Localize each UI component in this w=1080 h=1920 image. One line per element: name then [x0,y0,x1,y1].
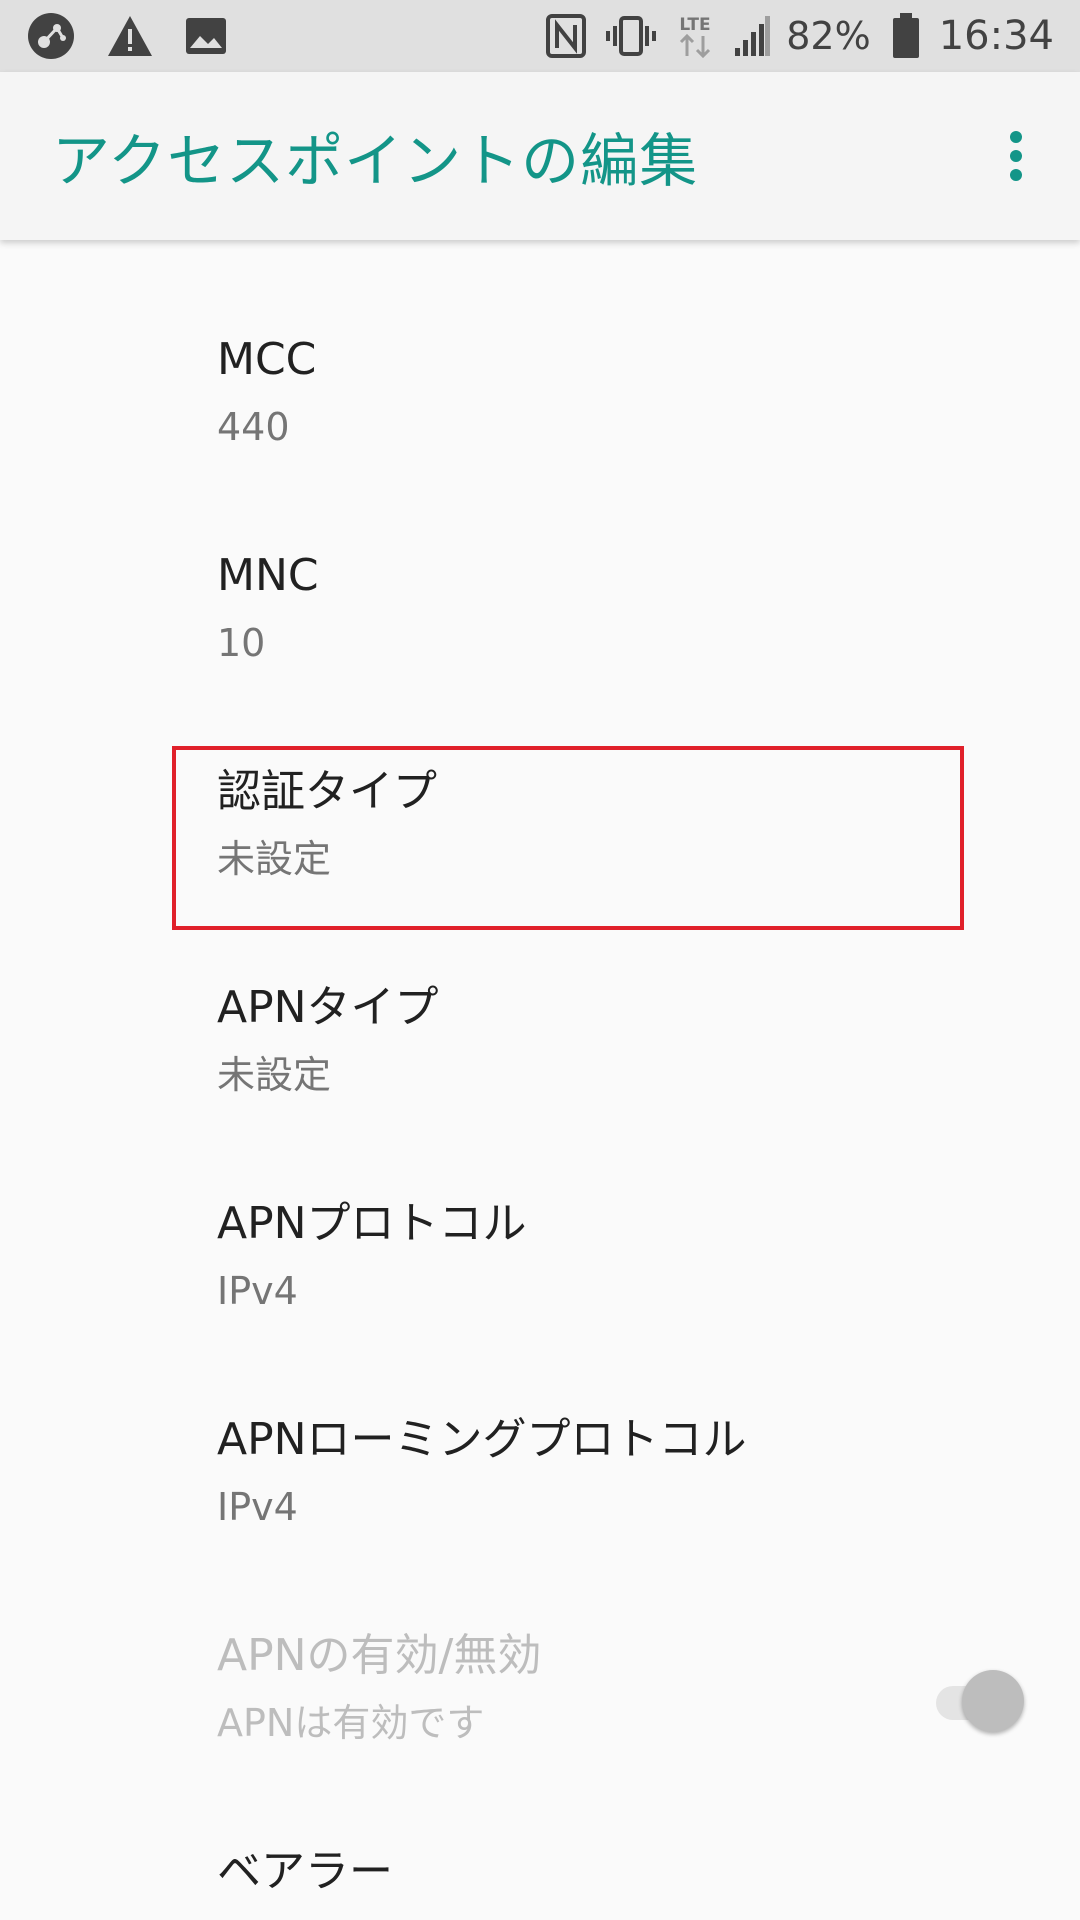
pref-title: APNの有効/無効 [217,1630,542,1681]
app-notification-icon [26,11,76,61]
more-vert-icon [1010,131,1022,181]
pref-mnc[interactable]: MNC 10 [0,456,1080,672]
pref-summary: IPv4 [217,1485,298,1529]
pref-mcc[interactable]: MCC 440 [0,240,1080,456]
pref-summary: 440 [217,405,290,449]
status-left-icons [26,11,258,61]
pref-title: APNプロトコル [217,1198,527,1249]
battery-icon [891,13,921,59]
pref-title: APNタイプ [217,982,439,1033]
svg-text:LTE: LTE [680,15,711,35]
pref-title: MNC [217,550,319,601]
screen: LTE 82% 16:34 アクセスポイントの編集 MCC 440 MNC 10… [0,0,1080,1920]
pref-summary: 10 [217,621,266,665]
pref-auth-type[interactable]: 認証タイプ 未設定 [0,672,1080,888]
warning-icon [106,14,154,58]
app-toolbar: アクセスポイントの編集 [0,72,1080,240]
pref-summary: APNは有効です [217,1701,485,1745]
pref-apn-type[interactable]: APNタイプ 未設定 [0,888,1080,1104]
pref-bearer[interactable]: ベアラー [0,1752,1080,1920]
battery-percent: 82% [786,14,871,58]
page-title: アクセスポイントの編集 [52,127,699,195]
lte-icon: LTE [676,12,714,60]
pref-apn-enable: APNの有効/無効 APNは有効です [0,1536,1080,1752]
nfc-icon [546,14,587,58]
pref-summary: 未設定 [217,837,332,881]
status-clock: 16:34 [938,13,1054,59]
vibrate-icon [606,14,657,58]
pref-summary: 未設定 [217,1053,332,1097]
pref-apn-roaming-protocol[interactable]: APNローミングプロトコル IPv4 [0,1320,1080,1536]
status-right-icons: LTE 82% 16:34 [526,12,1054,60]
switch-thumb [962,1670,1024,1732]
image-icon [184,16,228,56]
pref-apn-protocol[interactable]: APNプロトコル IPv4 [0,1104,1080,1320]
preference-list: MCC 440 MNC 10 認証タイプ 未設定 APNタイプ 未設定 APNプ… [0,240,1080,1920]
pref-title: 認証タイプ [217,766,437,817]
pref-summary: IPv4 [217,1269,298,1313]
overflow-menu-button[interactable] [986,116,1046,196]
pref-title: APNローミングプロトコル [217,1414,747,1465]
pref-title: ベアラー [217,1846,393,1897]
pref-title: MCC [217,334,317,385]
apn-enable-switch[interactable] [932,1666,1024,1736]
status-bar: LTE 82% 16:34 [0,0,1080,72]
signal-icon [734,16,771,56]
